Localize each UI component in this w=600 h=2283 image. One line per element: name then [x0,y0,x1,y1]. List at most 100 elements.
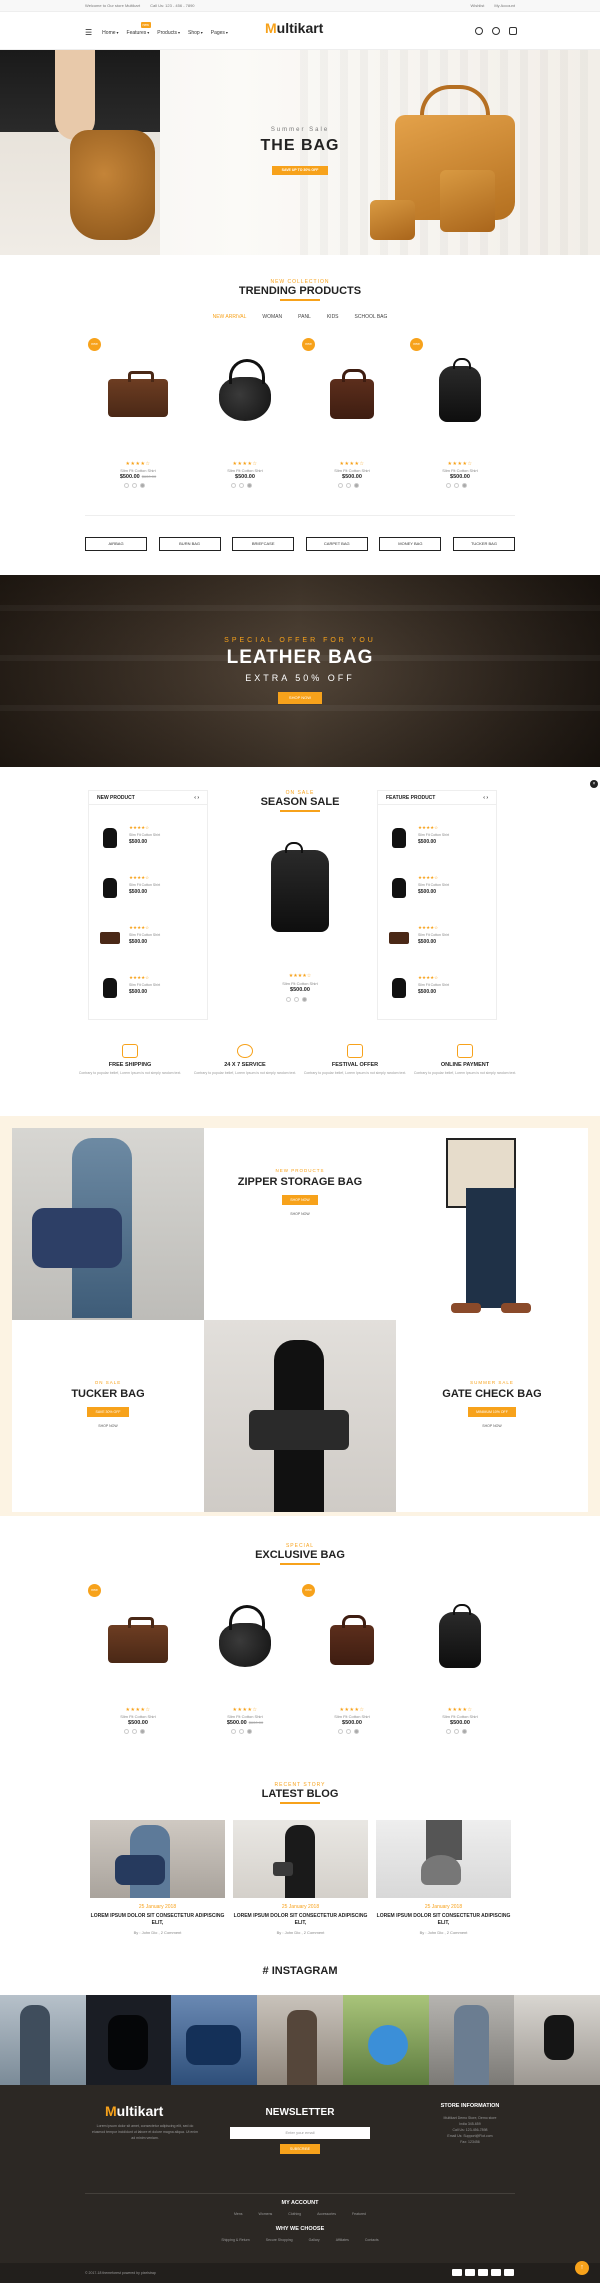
product-name[interactable]: Slim Fit Cotton Shirt [302,1714,402,1719]
cart-icon[interactable] [509,27,517,35]
product-image[interactable] [422,356,498,426]
blog-post[interactable]: 25 January 2018 LOREM IPSUM DOLOR SIT CO… [90,1820,225,1935]
instagram-photo[interactable] [257,1995,343,2085]
instagram-photo[interactable] [85,1995,172,2085]
mini-product[interactable]: ★★★★☆ Slim Fit Cotton Shirt $500.00 [99,923,199,953]
category-money-bag-button[interactable]: MONEY BAG [379,537,442,551]
instagram-photo[interactable] [514,1995,600,2085]
nav-pages[interactable]: Pages▾ [211,30,228,36]
instagram-photo[interactable] [342,1995,429,2085]
product-name[interactable]: Slim Fit Cotton Shirt [410,468,510,473]
tab-panl[interactable]: PANL [298,314,311,320]
account-link[interactable]: My Account [494,3,515,8]
footer-link[interactable]: Shipping & Return [221,2237,249,2243]
collage-image-3[interactable] [204,1320,396,1512]
blog-post-title[interactable]: LOREM IPSUM DOLOR SIT CONSECTETUR ADIPIS… [90,1913,225,1927]
footer-link[interactable]: Womens [259,2211,273,2217]
hero-cta-button[interactable]: SAVE UP TO 30% OFF [272,166,328,175]
product-card[interactable]: ★★★★☆ Slim Fit Cotton Shirt $500.00 [410,1584,510,1744]
collage-image-1[interactable] [12,1128,204,1320]
product-name[interactable]: Slim Fit Cotton Shirt [88,468,188,473]
instagram-photo[interactable] [428,1995,515,2085]
nav-products[interactable]: Products▾ [157,30,180,36]
color-swatches[interactable] [446,483,467,488]
product-name[interactable]: Slim Fit Cotton Shirt [195,468,295,473]
color-swatches[interactable] [124,1729,145,1734]
close-icon[interactable]: × [590,780,598,788]
mini-product[interactable]: ★★★★☆ Slim Fit Cotton Shirt $500.00 [388,873,488,903]
gate-button[interactable]: MINIMUM 10% OFF [468,1407,516,1417]
color-swatches[interactable] [446,1729,467,1734]
footer-link[interactable]: Featured [352,2211,366,2217]
tab-new-arrival[interactable]: NEW ARRIVAL [213,314,247,320]
color-swatches[interactable] [338,483,359,488]
product-image[interactable] [314,1602,390,1672]
zipper-link[interactable]: SHOP NOW [204,1212,396,1216]
product-card[interactable]: ★★★★☆ Slim Fit Cotton Shirt $500.00 $600.… [195,1584,295,1744]
footer-link[interactable]: Clothing [288,2211,301,2217]
product-card[interactable]: ★★★★☆ Slim Fit Cotton Shirt $500.00 [195,338,295,498]
arrow-icons[interactable]: ‹ › [483,795,488,801]
instagram-photo[interactable] [171,1995,258,2085]
instagram-photo[interactable] [0,1995,86,2085]
product-name[interactable]: Slim Fit Cotton Shirt [195,1714,295,1719]
leather-shop-button[interactable]: SHOP NOW [278,692,322,704]
product-name[interactable]: Slim Fit Cotton Shirt [88,1714,188,1719]
product-image[interactable] [100,1602,176,1672]
settings-icon[interactable] [492,27,500,35]
nav-home[interactable]: Home▾ [102,30,118,36]
wishlist-link[interactable]: Wishlist [471,3,485,8]
mini-product[interactable]: ★★★★☆ Slim Fit Cotton Shirt $500.00 [99,873,199,903]
color-swatches[interactable] [231,483,252,488]
gate-link[interactable]: SHOP NOW [396,1424,588,1428]
tab-school-bag[interactable]: SCHOOL BAG [355,314,388,320]
product-image[interactable] [207,356,283,426]
blog-post-title[interactable]: LOREM IPSUM DOLOR SIT CONSECTETUR ADIPIS… [233,1913,368,1927]
mini-product[interactable]: ★★★★☆ Slim Fit Cotton Shirt $500.00 [99,973,199,1003]
footer-logo[interactable]: Multikart [105,2103,163,2119]
color-swatches[interactable] [231,1729,252,1734]
category-briefcase-button[interactable]: BRIEFCASE [232,537,295,551]
nav-features[interactable]: new Features▾ [127,21,151,36]
product-image[interactable] [100,356,176,426]
season-product-image[interactable] [265,840,335,940]
blog-image[interactable] [233,1820,368,1898]
product-name[interactable]: Slim Fit Cotton Shirt [410,1714,510,1719]
category-carpet-bag-button[interactable]: CARPET BAG [305,537,368,551]
footer-link[interactable]: Affiliates [336,2237,349,2243]
logo[interactable]: Multikart [265,20,323,36]
blog-post-title[interactable]: LOREM IPSUM DOLOR SIT CONSECTETUR ADIPIS… [376,1913,511,1927]
product-image[interactable] [314,356,390,426]
mini-product[interactable]: ★★★★☆ Slim Fit Cotton Shirt $500.00 [99,823,199,853]
product-card[interactable]: new ★★★★☆ Slim Fit Cotton Shirt $500.00 [410,338,510,498]
category-burn-bag-button[interactable]: BURN BAG [158,537,221,551]
product-image[interactable] [422,1602,498,1672]
season-name[interactable]: Slim Fit Cotton Shirt [250,981,350,986]
tab-kids[interactable]: KIDS [327,314,339,320]
footer-link[interactable]: Gallary [309,2237,320,2243]
footer-link[interactable]: Secure Shopping [266,2237,293,2243]
product-card[interactable]: new ★★★★☆ Slim Fit Cotton Shirt $500.00 [302,1584,402,1744]
tab-woman[interactable]: WOMAN [262,314,282,320]
arrow-icons[interactable]: ‹ › [194,795,199,801]
collage-image-2[interactable] [396,1128,588,1320]
tucker-button[interactable]: SAVE 30% OFF [87,1407,129,1417]
color-swatches[interactable] [286,997,307,1002]
newsletter-email-input[interactable]: Enter your email [230,2127,370,2139]
category-tucker-bag-button[interactable]: TUCKER BAG [452,537,515,551]
footer-link[interactable]: Mens [234,2211,243,2217]
footer-link[interactable]: Contacts [365,2237,379,2243]
blog-post[interactable]: 25 January 2018 LOREM IPSUM DOLOR SIT CO… [233,1820,368,1935]
subscribe-button[interactable]: SUBSCRIBE [280,2144,320,2154]
search-icon[interactable] [475,27,483,35]
blog-post[interactable]: 25 January 2018 LOREM IPSUM DOLOR SIT CO… [376,1820,511,1935]
product-name[interactable]: Slim Fit Cotton Shirt [302,468,402,473]
blog-image[interactable] [376,1820,511,1898]
menu-icon[interactable]: ☰ [85,28,92,37]
product-card[interactable]: new ★★★★☆ Slim Fit Cotton Shirt $500.00 $… [88,338,188,498]
blog-image[interactable] [90,1820,225,1898]
scroll-top-button[interactable]: ↑ [575,2261,589,2275]
category-airbag-button[interactable]: AIRBAG [85,537,147,551]
color-swatches[interactable] [338,1729,359,1734]
color-swatches[interactable] [124,483,145,488]
